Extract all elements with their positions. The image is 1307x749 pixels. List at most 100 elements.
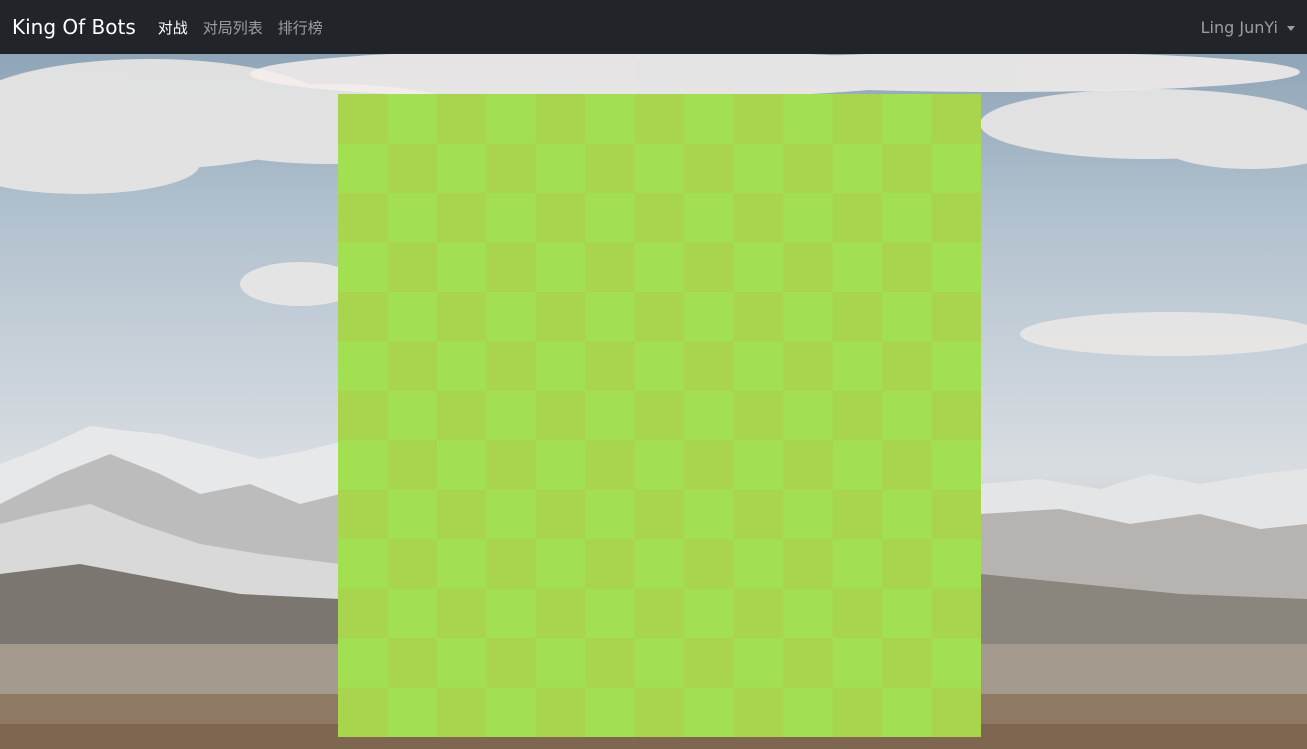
board-cell	[338, 687, 388, 737]
board-cell	[783, 539, 834, 590]
board-cell	[535, 143, 586, 194]
board-cell	[931, 588, 981, 639]
board-cell	[634, 341, 685, 392]
nav-link-pk[interactable]: 对战	[158, 17, 188, 38]
board-cell	[387, 242, 438, 293]
board-cell	[535, 192, 586, 243]
board-cell	[585, 242, 636, 293]
board-cell	[931, 242, 981, 293]
board-cell	[387, 687, 438, 737]
board-cell	[882, 539, 933, 590]
board-cell	[338, 94, 388, 144]
board-cell	[832, 390, 883, 441]
board-cell	[783, 242, 834, 293]
board-cell	[535, 440, 586, 491]
board-cell	[832, 291, 883, 342]
board-cell	[931, 143, 981, 194]
board-cell	[486, 489, 537, 540]
board-cell	[634, 291, 685, 342]
board-cell	[585, 143, 636, 194]
board-cell	[535, 341, 586, 392]
board-cell	[684, 638, 735, 689]
board-cell	[832, 687, 883, 737]
board-cell	[436, 638, 487, 689]
board-cell	[684, 143, 735, 194]
board-cell	[436, 440, 487, 491]
brand-link[interactable]: King Of Bots	[12, 15, 136, 39]
board-cell	[535, 291, 586, 342]
board-cell	[832, 539, 883, 590]
board-cell	[338, 588, 388, 639]
board-cell	[783, 687, 834, 737]
board-cell	[832, 440, 883, 491]
nav-link-ranklist[interactable]: 排行榜	[278, 17, 323, 38]
board-cell	[387, 143, 438, 194]
board-cell	[931, 539, 981, 590]
board-cell	[535, 539, 586, 590]
board-cell	[684, 539, 735, 590]
board-cell	[684, 440, 735, 491]
board-cell	[486, 291, 537, 342]
board-cell	[882, 489, 933, 540]
board-cell	[684, 489, 735, 540]
board-cell	[585, 390, 636, 441]
board-cell	[535, 687, 586, 737]
board-cell	[535, 489, 586, 540]
board-cell	[783, 390, 834, 441]
board-cell	[634, 638, 685, 689]
board-cell	[387, 291, 438, 342]
board-cell	[882, 242, 933, 293]
board-cell	[585, 341, 636, 392]
board-cell	[585, 638, 636, 689]
board-cell	[882, 687, 933, 737]
board-cell	[882, 192, 933, 243]
board-cell	[387, 489, 438, 540]
board-cell	[436, 588, 487, 639]
board-cell	[832, 94, 883, 144]
board-cell	[783, 440, 834, 491]
board-cell	[634, 192, 685, 243]
board-cell	[387, 341, 438, 392]
board-cell	[338, 390, 388, 441]
board-cell	[733, 341, 784, 392]
board-cell	[634, 242, 685, 293]
board-cell	[684, 291, 735, 342]
board-cell	[387, 588, 438, 639]
board-cell	[931, 489, 981, 540]
board-cell	[387, 390, 438, 441]
board-cell	[684, 390, 735, 441]
board-cell	[882, 638, 933, 689]
board-cell	[733, 489, 784, 540]
board-cell	[486, 390, 537, 441]
board-cell	[387, 539, 438, 590]
chevron-down-icon	[1287, 25, 1295, 31]
nav-link-record-list[interactable]: 对局列表	[203, 17, 263, 38]
board-cell	[634, 94, 685, 144]
board-cell	[733, 687, 784, 737]
board-cell	[931, 638, 981, 689]
user-dropdown[interactable]: Ling JunYi	[1201, 18, 1295, 37]
board-cell	[535, 242, 586, 293]
board-cell	[684, 242, 735, 293]
board-cell	[486, 341, 537, 392]
board-cell	[486, 588, 537, 639]
board-cell	[783, 94, 834, 144]
board-cell	[783, 291, 834, 342]
board-cell	[783, 489, 834, 540]
board-cell	[882, 341, 933, 392]
board-cell	[338, 341, 388, 392]
board-cell	[733, 588, 784, 639]
board-cell	[338, 440, 388, 491]
board-cell	[832, 638, 883, 689]
board-cell	[634, 440, 685, 491]
board-cell	[436, 192, 487, 243]
board-cell	[585, 94, 636, 144]
top-navbar: King Of Bots 对战 对局列表 排行榜 Ling JunYi	[0, 0, 1307, 54]
board-cell	[931, 94, 981, 144]
board-cell	[387, 94, 438, 144]
board-cell	[338, 192, 388, 243]
game-board[interactable]	[338, 94, 981, 737]
board-cell	[783, 588, 834, 639]
board-cell	[535, 94, 586, 144]
board-cell	[338, 489, 388, 540]
